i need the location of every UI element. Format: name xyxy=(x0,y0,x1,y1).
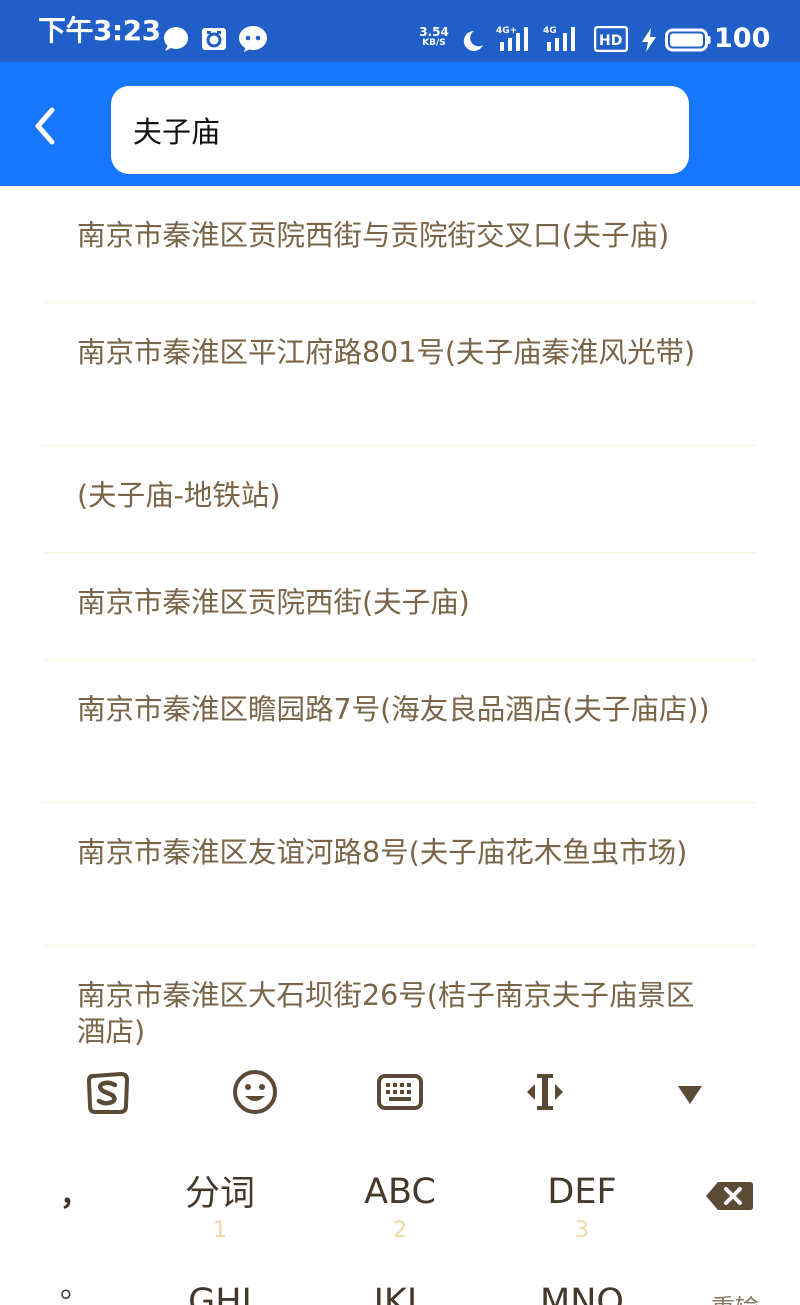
result-item[interactable]: 南京市秦淮区贡院西街(夫子庙) xyxy=(43,553,756,660)
network-speed-unit: KB/S xyxy=(422,38,446,48)
key-label: GHI xyxy=(188,1282,252,1305)
network-speed-value: 3.54 xyxy=(419,25,449,39)
result-item[interactable]: 南京市秦淮区友谊河路8号(夫子庙花木鱼虫市场) xyxy=(43,803,756,946)
key-number: 2 xyxy=(393,1218,407,1243)
collapse-keyboard-button[interactable] xyxy=(660,1068,720,1124)
app-screen: 下午3:23 3.54 KB/S 4G+ 4G HD 100 夫子庙 南京市秦淮… xyxy=(0,0,800,1305)
wechat-icon xyxy=(238,25,268,53)
result-item[interactable]: 南京市秦淮区瞻园路7号(海友良品酒店(夫子庙店)) xyxy=(43,660,756,803)
backspace-icon xyxy=(706,1182,753,1210)
back-button[interactable] xyxy=(24,102,68,150)
hd-label: HD xyxy=(599,33,622,49)
status-time: 下午3:23 xyxy=(38,14,161,47)
key-3-def[interactable]: DEF 3 xyxy=(512,1172,652,1243)
status-bar: 下午3:23 3.54 KB/S 4G+ 4G HD 100 xyxy=(0,0,800,62)
charging-icon xyxy=(641,28,657,52)
key-number: 3 xyxy=(575,1218,589,1243)
network-speed: 3.54 KB/S xyxy=(416,26,452,49)
reinput-key[interactable]: 重输 xyxy=(690,1288,780,1305)
alarm-app-icon xyxy=(200,25,228,53)
search-result-list: 南京市秦淮区贡院西街与贡院街交叉口(夫子庙) 南京市秦淮区平江府路801号(夫子… xyxy=(0,186,800,1046)
ime-keyboard: ， 。 分词 1 ABC 2 DEF 3 GHI JKL MNO xyxy=(0,1046,800,1305)
search-header xyxy=(0,62,800,186)
result-item-text: 南京市秦淮区友谊河路8号(夫子庙花木鱼虫市场) xyxy=(77,836,688,869)
collapse-keyboard-icon xyxy=(678,1086,702,1104)
network-label-1: 4G+ xyxy=(496,26,517,36)
key-number: 1 xyxy=(213,1218,227,1243)
result-item-text: 南京市秦淮区瞻园路7号(海友良品酒店(夫子庙店)) xyxy=(77,693,710,726)
battery-icon xyxy=(665,28,711,52)
period-key[interactable]: 。 xyxy=(60,1262,90,1305)
result-item-text: 南京市秦淮区贡院西街与贡院街交叉口(夫子庙) xyxy=(77,219,670,252)
key-5-jkl[interactable]: JKL xyxy=(330,1282,470,1305)
key-label: DEF xyxy=(547,1172,617,1212)
result-item[interactable]: 南京市秦淮区平江府路801号(夫子庙秦淮风光带) xyxy=(43,303,756,446)
key-4-ghi[interactable]: GHI xyxy=(150,1282,290,1305)
result-item-text: 南京市秦淮区大石坝街26号(桔子南京夫子庙景区酒店) xyxy=(77,979,695,1046)
result-item-text: (夫子庙-地铁站) xyxy=(77,479,281,512)
network-label-2: 4G xyxy=(543,26,557,36)
key-label: ABC xyxy=(364,1172,436,1212)
sogou-logo-button[interactable] xyxy=(78,1068,138,1124)
emoji-button[interactable] xyxy=(225,1068,285,1124)
result-item[interactable]: 南京市秦淮区贡院西街与贡院街交叉口(夫子庙) xyxy=(43,186,756,303)
message-bubble-icon xyxy=(162,26,190,52)
key-label: 重输 xyxy=(690,1288,780,1305)
keyboard-switch-button[interactable] xyxy=(370,1068,430,1124)
key-1-fenci[interactable]: 分词 1 xyxy=(150,1172,290,1243)
search-box[interactable] xyxy=(111,86,689,174)
signal-4g-plus-icon: 4G+ xyxy=(496,24,536,54)
result-item-text: 南京市秦淮区贡院西街(夫子庙) xyxy=(77,586,470,619)
key-label: MNO xyxy=(540,1282,624,1305)
cursor-move-icon xyxy=(527,1074,563,1110)
key-label: 分词 xyxy=(184,1174,255,1214)
signal-4g-icon: 4G xyxy=(543,24,583,54)
do-not-disturb-icon xyxy=(460,28,486,54)
cursor-move-button[interactable] xyxy=(515,1068,575,1124)
search-input[interactable] xyxy=(133,108,663,152)
keyboard-icon xyxy=(377,1074,423,1110)
result-item[interactable]: 南京市秦淮区大石坝街26号(桔子南京夫子庙景区酒店) xyxy=(43,946,756,1046)
key-2-abc[interactable]: ABC 2 xyxy=(330,1172,470,1243)
sogou-logo-icon xyxy=(86,1071,130,1114)
chevron-left-icon xyxy=(35,107,55,145)
key-6-mno[interactable]: MNO xyxy=(512,1282,652,1305)
result-item-text: 南京市秦淮区平江府路801号(夫子庙秦淮风光带) xyxy=(77,336,696,369)
key-label: JKL xyxy=(373,1282,427,1305)
hd-volte-icon: HD xyxy=(594,26,628,52)
emoji-icon xyxy=(233,1070,277,1114)
comma-key[interactable]: ， xyxy=(60,1170,90,1214)
result-item[interactable]: (夫子庙-地铁站) xyxy=(43,446,756,553)
backspace-key[interactable] xyxy=(704,1178,756,1218)
battery-percent: 100 xyxy=(714,23,771,54)
